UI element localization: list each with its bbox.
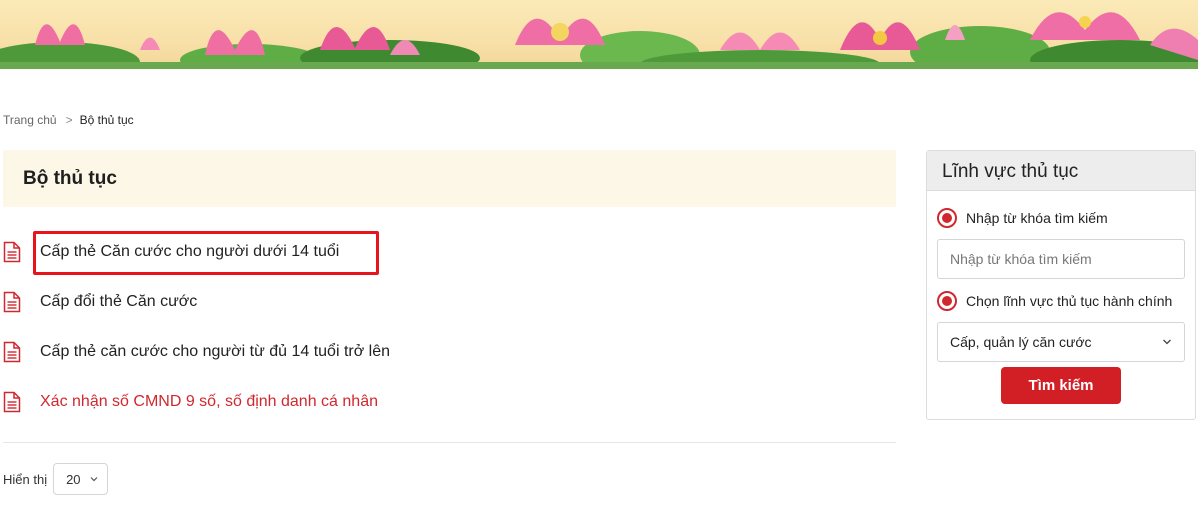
radio-selected-icon[interactable] [937,291,957,311]
field-select-option[interactable]: Chọn lĩnh vực thủ tục hành chính [937,291,1172,311]
sidebar-title: Lĩnh vực thủ tục [927,151,1195,191]
procedure-item[interactable]: Cấp thẻ căn cước cho người từ đủ 14 tuổi… [3,337,883,367]
page-size-control: Hiển thị 20 [3,463,109,495]
procedure-item[interactable]: Xác nhận số CMND 9 số, số định danh cá n… [3,387,883,417]
page-size-select[interactable]: 20 [53,463,109,495]
field-select-value: Cấp, quản lý căn cước [950,334,1092,350]
breadcrumb-home-link[interactable]: Trang chủ [3,113,57,127]
chevron-down-icon [90,477,98,482]
procedure-title[interactable]: Cấp đổi thẻ Căn cước [40,293,197,311]
keyword-search-input[interactable] [937,239,1185,279]
procedure-field-sidebar: Lĩnh vực thủ tục Nhập từ khóa tìm kiếm C… [926,150,1196,420]
page-title: Bộ thủ tục [23,168,117,189]
selection-highlight-box [33,231,379,275]
document-icon [3,291,21,313]
chevron-down-icon [1163,339,1171,345]
breadcrumb-current: Bộ thủ tục [79,113,134,127]
radio-selected-icon[interactable] [937,208,957,228]
procedure-item[interactable]: Cấp đổi thẻ Căn cước [3,287,883,317]
lotus-banner-art [0,12,1198,69]
field-select-option-label: Chọn lĩnh vực thủ tục hành chính [966,293,1173,309]
field-select-dropdown[interactable]: Cấp, quản lý căn cước [937,322,1185,362]
keyword-search-option-label: Nhập từ khóa tìm kiếm [966,210,1108,226]
procedure-title[interactable]: Cấp thẻ căn cước cho người từ đủ 14 tuổi… [40,343,390,361]
document-icon [3,391,21,413]
procedure-list-header: Bộ thủ tục [3,150,896,207]
search-button[interactable]: Tìm kiếm [1001,367,1121,404]
breadcrumb-separator: > [65,113,73,127]
document-icon [3,241,21,263]
list-divider [3,442,896,443]
procedure-title[interactable]: Xác nhận số CMND 9 số, số định danh cá n… [40,393,378,411]
page-size-label: Hiển thị [3,471,48,487]
page-size-value: 20 [66,471,81,487]
document-icon [3,341,21,363]
lotus-banner [0,0,1198,69]
keyword-search-option[interactable]: Nhập từ khóa tìm kiếm [937,208,1108,228]
breadcrumb: Trang chủ > Bộ thủ tục [3,113,134,127]
